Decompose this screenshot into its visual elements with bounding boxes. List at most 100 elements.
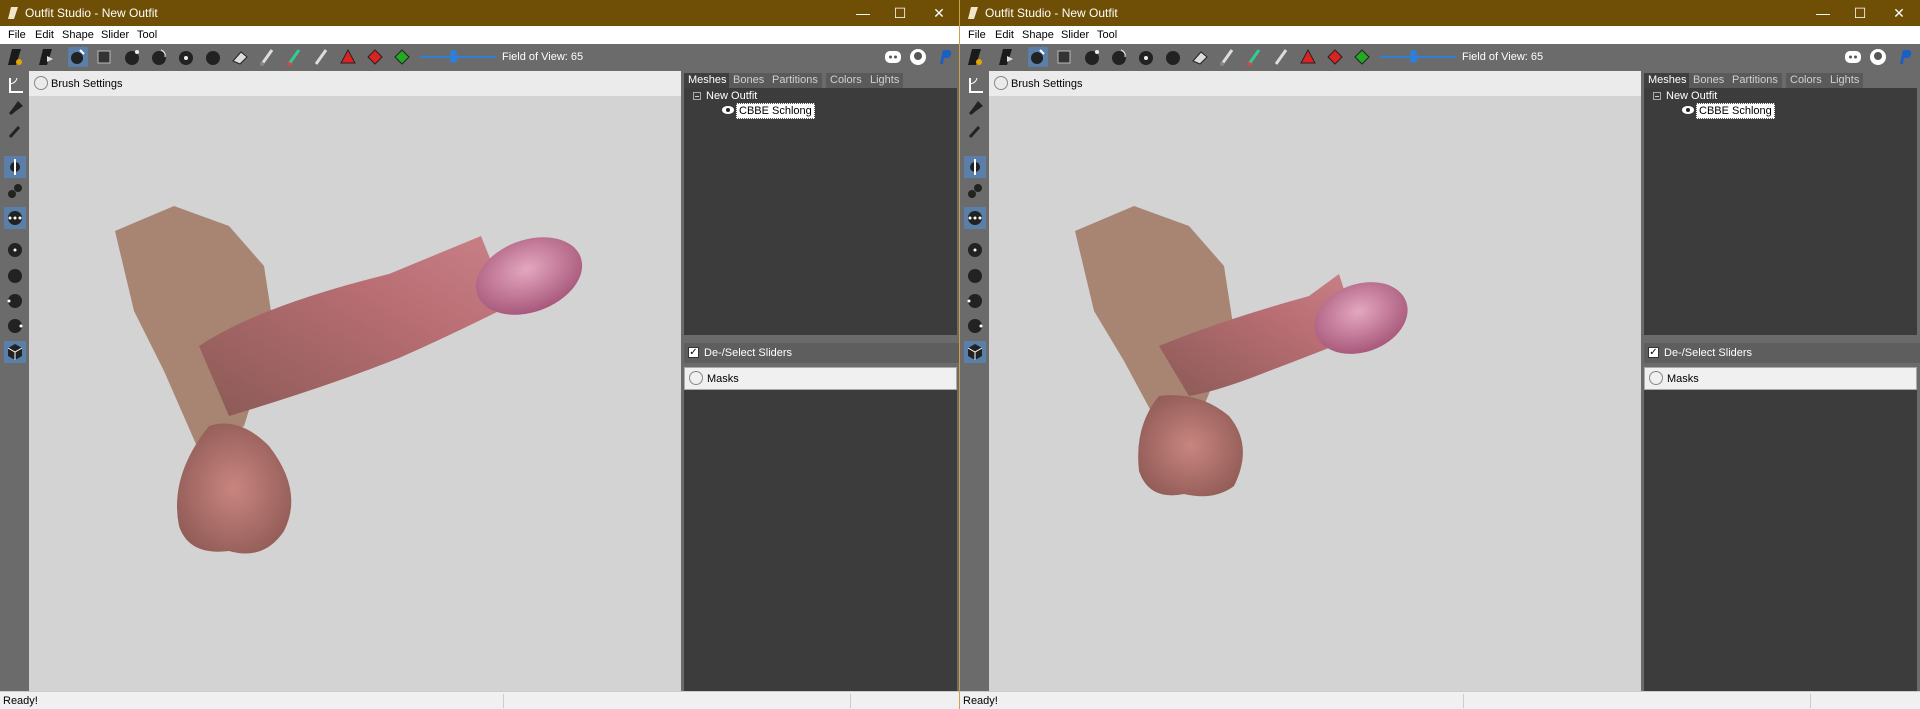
3d-viewport[interactable]: Brush Settings (989, 71, 1641, 691)
brush-settings-header[interactable]: Brush Settings (989, 71, 1641, 96)
tab-bones[interactable]: Bones (729, 73, 769, 88)
weight-brush-icon[interactable] (1298, 47, 1318, 67)
masks-header[interactable]: Masks (1644, 367, 1917, 390)
view-back-icon[interactable] (964, 265, 986, 287)
view-front-icon[interactable] (4, 239, 26, 261)
tab-partitions[interactable]: Partitions (1728, 73, 1782, 88)
paint-brush-icon[interactable] (257, 47, 277, 67)
weight-erase-icon[interactable] (365, 47, 385, 67)
tab-bones[interactable]: Bones (1689, 73, 1729, 88)
view-left-icon[interactable] (964, 290, 986, 312)
menu-file[interactable]: File (968, 29, 986, 41)
discord-icon[interactable] (883, 47, 903, 67)
fov-slider-track[interactable] (420, 56, 496, 58)
eraser-icon[interactable] (230, 47, 250, 67)
chevron-down-icon[interactable] (1649, 371, 1663, 385)
view-back-icon[interactable] (4, 265, 26, 287)
sliders-toggle-bar[interactable]: ✓ De-/Select Sliders (684, 343, 960, 363)
tree-item-mesh[interactable]: CBBE Schlong (1696, 103, 1775, 119)
menu-slider[interactable]: Slider (101, 29, 129, 41)
view-right-icon[interactable] (964, 315, 986, 337)
vertex-edit-icon[interactable] (4, 121, 26, 143)
tree-root[interactable]: New Outfit (1666, 90, 1717, 102)
select-tool-icon[interactable] (1028, 47, 1048, 67)
perspective-toggle-icon[interactable] (964, 341, 986, 363)
deflate-brush-icon[interactable] (149, 47, 169, 67)
tree-item-mesh[interactable]: CBBE Schlong (736, 103, 815, 119)
tree-root[interactable]: New Outfit (706, 90, 757, 102)
menu-edit[interactable]: Edit (995, 29, 1014, 41)
tab-lights[interactable]: Lights (866, 73, 904, 88)
save-project-icon[interactable] (5, 47, 25, 67)
sliders-checkbox[interactable]: ✓ (1648, 347, 1659, 358)
color-brush-icon[interactable] (284, 47, 304, 67)
collapse-icon[interactable] (1653, 92, 1661, 100)
deflate-brush-icon[interactable] (1109, 47, 1129, 67)
mask-tool-icon[interactable] (1055, 47, 1075, 67)
menu-tool[interactable]: Tool (1097, 29, 1117, 41)
fov-slider-track[interactable] (1380, 56, 1456, 58)
menu-shape[interactable]: Shape (1022, 29, 1054, 41)
eye-icon[interactable] (722, 106, 734, 114)
tab-colors[interactable]: Colors (1786, 73, 1826, 88)
pivot-tool-icon[interactable] (4, 98, 26, 120)
brush-size-small-icon[interactable] (4, 156, 26, 178)
view-left-icon[interactable] (4, 290, 26, 312)
pivot-tool-icon[interactable] (964, 98, 986, 120)
close-button[interactable]: ✕ (919, 0, 959, 26)
brush-mirror-icon[interactable] (4, 180, 26, 202)
inflate-brush-icon[interactable] (1082, 47, 1102, 67)
menu-tool[interactable]: Tool (137, 29, 157, 41)
color-brush-icon[interactable] (1244, 47, 1264, 67)
github-icon[interactable] (1868, 47, 1888, 67)
fov-slider-thumb[interactable] (450, 50, 457, 63)
weight-erase-icon[interactable] (1325, 47, 1345, 67)
github-icon[interactable] (908, 47, 928, 67)
tab-partitions[interactable]: Partitions (768, 73, 822, 88)
menu-slider[interactable]: Slider (1061, 29, 1089, 41)
brush-size-small-icon[interactable] (964, 156, 986, 178)
title-bar[interactable]: Outfit Studio - New Outfit — ☐ ✕ (960, 0, 1920, 26)
load-reference-icon[interactable] (996, 47, 1016, 67)
discord-icon[interactable] (1843, 47, 1863, 67)
alpha-brush-icon[interactable] (1271, 47, 1291, 67)
3d-viewport[interactable]: Brush Settings (29, 71, 681, 691)
close-button[interactable]: ✕ (1879, 0, 1919, 26)
smooth-brush-icon[interactable] (203, 47, 223, 67)
eye-icon[interactable] (1682, 106, 1694, 114)
fov-slider-thumb[interactable] (1410, 50, 1417, 63)
transform-tool-icon[interactable] (4, 75, 26, 97)
brush-collision-icon[interactable] (4, 207, 26, 229)
vertex-edit-icon[interactable] (964, 121, 986, 143)
brush-settings-header[interactable]: Brush Settings (29, 71, 681, 96)
paint-brush-icon[interactable] (1217, 47, 1237, 67)
chevron-down-icon[interactable] (34, 76, 48, 90)
alpha-brush-icon[interactable] (311, 47, 331, 67)
brush-collision-icon[interactable] (964, 207, 986, 229)
maximize-button[interactable]: ☐ (880, 0, 920, 26)
paypal-icon[interactable] (1895, 47, 1915, 67)
sliders-toggle-bar[interactable]: ✓ De-/Select Sliders (1644, 343, 1920, 363)
sliders-checkbox[interactable]: ✓ (688, 347, 699, 358)
weight-smooth-icon[interactable] (392, 47, 412, 67)
perspective-toggle-icon[interactable] (4, 341, 26, 363)
minimize-button[interactable]: — (1803, 0, 1843, 26)
masks-header[interactable]: Masks (684, 367, 957, 390)
weight-smooth-icon[interactable] (1352, 47, 1372, 67)
inflate-brush-icon[interactable] (122, 47, 142, 67)
view-right-icon[interactable] (4, 315, 26, 337)
brush-mirror-icon[interactable] (964, 180, 986, 202)
load-reference-icon[interactable] (36, 47, 56, 67)
maximize-button[interactable]: ☐ (1840, 0, 1880, 26)
move-brush-icon[interactable] (1136, 47, 1156, 67)
chevron-down-icon[interactable] (994, 76, 1008, 90)
menu-edit[interactable]: Edit (35, 29, 54, 41)
menu-file[interactable]: File (8, 29, 26, 41)
view-front-icon[interactable] (964, 239, 986, 261)
tab-colors[interactable]: Colors (826, 73, 866, 88)
chevron-down-icon[interactable] (689, 371, 703, 385)
eraser-icon[interactable] (1190, 47, 1210, 67)
paypal-icon[interactable] (935, 47, 955, 67)
collapse-icon[interactable] (693, 92, 701, 100)
mask-tool-icon[interactable] (95, 47, 115, 67)
